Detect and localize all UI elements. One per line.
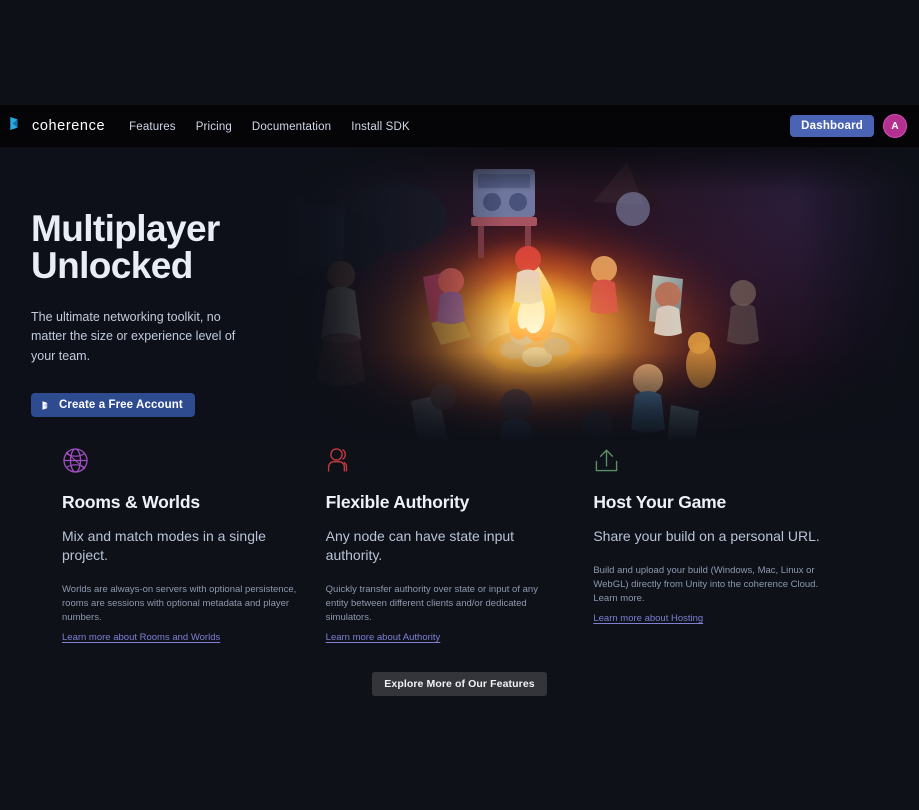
- coherence-logo-icon: [8, 115, 25, 137]
- globe-icon: [62, 442, 326, 474]
- nav-link-pricing[interactable]: Pricing: [196, 121, 232, 133]
- feature-lead: Any node can have state input authority.: [325, 528, 515, 563]
- nav-link-features[interactable]: Features: [129, 121, 176, 133]
- explore-more-wrapper: Explore More of Our Features: [0, 672, 919, 696]
- feature-card-rooms-and-worlds: Rooms & Worlds Mix and match modes in a …: [62, 442, 326, 672]
- nav-right-group: Dashboard A: [790, 114, 907, 138]
- create-free-account-button[interactable]: Create a Free Account: [31, 393, 195, 418]
- brand-logo-link[interactable]: coherence: [8, 115, 105, 137]
- hero-copy: Multiplayer Unlocked The ultimate networ…: [31, 208, 281, 418]
- hero-subtitle: The ultimate networking toolkit, no matt…: [31, 310, 236, 363]
- nav-item-documentation[interactable]: Documentation: [252, 117, 331, 135]
- feature-title: Host Your Game: [593, 492, 727, 512]
- hero-title: Multiplayer Unlocked: [31, 208, 220, 286]
- site-navbar: coherence Features Pricing Documentation…: [0, 105, 919, 147]
- hero-section: Multiplayer Unlocked The ultimate networ…: [0, 147, 919, 442]
- features-section: Rooms & Worlds Mix and match modes in a …: [0, 442, 919, 672]
- feature-body: Build and upload your build (Windows, Ma…: [593, 564, 819, 604]
- feature-body: Worlds are always-on servers with option…: [62, 583, 297, 623]
- feature-card-host-your-game: Host Your Game Share your build on a per…: [593, 442, 857, 672]
- feature-lead: Mix and match modes in a single project.: [62, 528, 266, 563]
- nav-link-documentation[interactable]: Documentation: [252, 121, 331, 133]
- feature-learn-more-link[interactable]: Learn more about Hosting: [593, 612, 703, 626]
- coherence-logo-icon: [41, 400, 52, 411]
- feature-title: Rooms & Worlds: [62, 492, 200, 512]
- page-root: coherence Features Pricing Documentation…: [0, 0, 919, 810]
- feature-card-flexible-authority: Flexible Authority Any node can have sta…: [326, 442, 590, 672]
- brand-name: coherence: [32, 118, 106, 134]
- feature-lead: Share your build on a personal URL.: [593, 528, 820, 544]
- nav-link-install-sdk[interactable]: Install SDK: [351, 121, 410, 133]
- feature-learn-more-link[interactable]: Learn more about Rooms and Worlds: [62, 631, 220, 645]
- avatar[interactable]: A: [883, 114, 907, 138]
- create-free-account-label: Create a Free Account: [59, 399, 183, 412]
- dashboard-button[interactable]: Dashboard: [790, 115, 874, 137]
- hero-art-bottom-fade: [275, 352, 919, 442]
- feature-title: Flexible Authority: [325, 492, 470, 512]
- nav-links: Features Pricing Documentation Install S…: [129, 117, 410, 135]
- nav-item-pricing[interactable]: Pricing: [196, 117, 232, 135]
- users-icon: [326, 442, 590, 474]
- nav-item-install-sdk[interactable]: Install SDK: [351, 117, 410, 135]
- browser-chrome-strip: [0, 0, 919, 105]
- nav-item-features[interactable]: Features: [129, 117, 176, 135]
- upload-icon: [593, 442, 857, 474]
- feature-body: Quickly transfer authority over state or…: [325, 583, 538, 623]
- explore-more-features-button[interactable]: Explore More of Our Features: [372, 672, 547, 696]
- feature-learn-more-link[interactable]: Learn more about Authority: [326, 631, 441, 645]
